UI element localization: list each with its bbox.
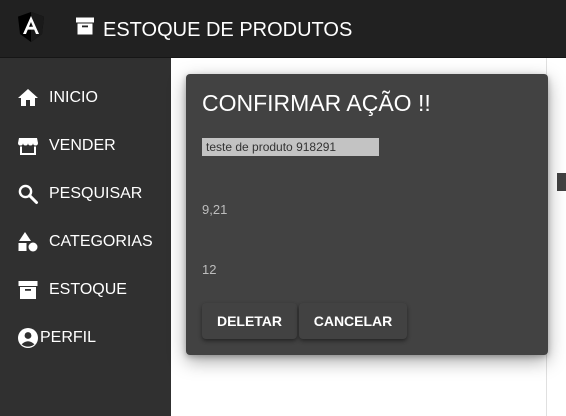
archive-box-icon [18,281,38,299]
sidebar-item-categorias[interactable]: CATEGORIAS [0,222,171,262]
page-title: ESTOQUE DE PRODUTOS [103,19,353,41]
product-quantity: 12 [202,262,217,277]
home-icon [18,89,38,106]
sidebar-item-label: PERFIL [40,329,97,346]
sidebar-item-label: INICIO [49,89,98,106]
sidebar-item-label: PESQUISAR [49,185,143,202]
search-icon [18,184,38,204]
storefront-icon [18,138,38,155]
product-price: 9,21 [202,202,228,217]
category-shapes-icon [18,232,38,252]
angular-logo-icon[interactable] [18,12,44,42]
sidebar-item-label: ESTOQUE [49,281,127,298]
sidebar-item-label: VENDER [49,137,116,154]
delete-button[interactable]: DELETAR [202,303,297,339]
dialog-title: CONFIRMAR AÇÃO !! [202,90,431,116]
panel-stub [557,173,566,191]
top-toolbar: ESTOQUE DE PRODUTOS [0,0,566,58]
sidebar-item-perfil[interactable]: PERFIL [0,318,171,358]
right-panel-edge [546,58,566,416]
product-name-field[interactable]: teste de produto 918291 [202,138,379,156]
sidebar-item-inicio[interactable]: INICIO [0,78,171,118]
sidebar-item-label: CATEGORIAS [49,233,153,250]
account-circle-icon [18,328,38,348]
sidebar-item-estoque[interactable]: ESTOQUE [0,270,171,310]
sidebar-item-vender[interactable]: VENDER [0,126,171,166]
confirm-dialog: CONFIRMAR AÇÃO !! teste de produto 91829… [186,74,548,355]
cancel-button[interactable]: CANCELAR [299,303,407,339]
sidebar-item-pesquisar[interactable]: PESQUISAR [0,174,171,214]
archive-box-icon [76,17,94,35]
sidebar: INICIO VENDER PESQUISAR CATEGORIAS ESTOQ… [0,58,171,416]
